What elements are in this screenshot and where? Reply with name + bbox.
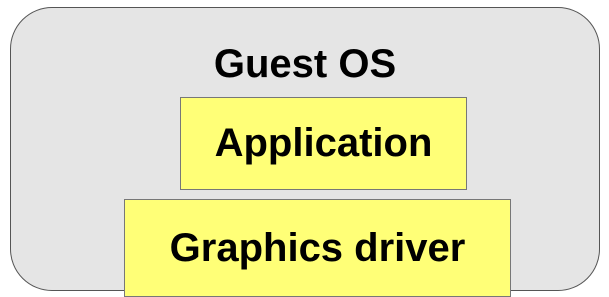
application-box: Application	[180, 97, 467, 190]
graphics-driver-label: Graphics driver	[169, 225, 466, 270]
graphics-driver-box: Graphics driver	[124, 199, 511, 297]
guest-os-label: Guest OS	[213, 42, 397, 86]
application-label: Application	[214, 121, 433, 165]
